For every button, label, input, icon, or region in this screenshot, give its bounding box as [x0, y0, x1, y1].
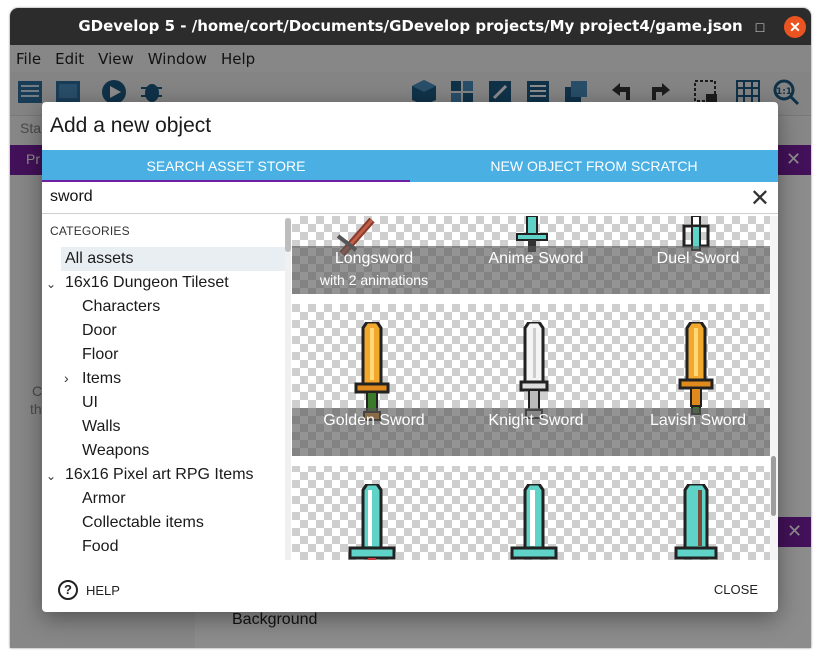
add-object-dialog: Add a new object SEARCH ASSET STORE NEW … — [42, 102, 778, 612]
category-door[interactable]: Door — [82, 319, 117, 343]
asset-name[interactable]: Duel Sword — [618, 250, 770, 268]
close-button[interactable]: CLOSE — [714, 582, 758, 597]
chevron-down-icon[interactable]: ⌄ — [46, 469, 56, 483]
search-bar: sword ✕ — [42, 182, 778, 214]
chevron-right-icon[interactable]: › — [64, 370, 69, 386]
categories-header: CATEGORIES — [50, 224, 130, 238]
category-weapons[interactable]: Weapons — [82, 439, 149, 463]
category-ui[interactable]: UI — [82, 391, 98, 415]
scrollbar-thumb[interactable] — [285, 218, 291, 252]
asset-grid-scrollbar[interactable] — [770, 216, 778, 560]
categories-panel: CATEGORIES All assets ⌄ 16x16 Dungeon Ti… — [42, 218, 288, 560]
close-window-button[interactable]: ✕ — [784, 16, 806, 38]
tab-search-asset-store[interactable]: SEARCH ASSET STORE — [42, 150, 410, 182]
categories-scrollbar[interactable] — [285, 218, 291, 560]
help-circle-icon: ? — [58, 580, 78, 600]
dialog-title: Add a new object — [50, 114, 212, 137]
scrollbar-thumb[interactable] — [771, 456, 776, 516]
maximize-button[interactable]: □ — [749, 16, 771, 38]
asset-name[interactable]: Knight Sword — [456, 412, 616, 430]
category-floor[interactable]: Floor — [82, 343, 118, 367]
category-characters[interactable]: Characters — [82, 295, 160, 319]
row-divider — [292, 294, 770, 304]
category-pixel-art-rpg-items[interactable]: 16x16 Pixel art RPG Items — [65, 463, 254, 487]
category-collectable-items[interactable]: Collectable items — [82, 511, 204, 535]
search-input[interactable]: sword — [50, 188, 93, 206]
asset-name[interactable]: Lavish Sword — [618, 412, 770, 430]
category-dungeon-tileset[interactable]: 16x16 Dungeon Tileset — [65, 271, 229, 295]
category-armor[interactable]: Armor — [82, 487, 126, 511]
title-bar: GDevelop 5 - /home/cort/Documents/GDevel… — [10, 8, 811, 45]
asset-name[interactable]: Longsword — [294, 250, 454, 268]
category-food[interactable]: Food — [82, 535, 118, 559]
minimize-button[interactable]: – — [713, 16, 735, 38]
teal-sword-sprite — [348, 484, 396, 560]
window-title: GDevelop 5 - /home/cort/Documents/GDevel… — [78, 17, 743, 35]
asset-name[interactable]: Anime Sword — [456, 250, 616, 268]
teal-sword-sprite — [510, 484, 558, 560]
dialog-footer: ? HELP CLOSE — [42, 570, 778, 612]
teal-sword-sprite — [674, 484, 718, 560]
asset-subtitle: with 2 animations — [319, 272, 429, 288]
chevron-down-icon[interactable]: ⌄ — [46, 277, 56, 291]
asset-name[interactable]: Golden Sword — [294, 412, 454, 430]
help-button[interactable]: ? HELP — [58, 580, 120, 600]
tab-new-object-from-scratch[interactable]: NEW OBJECT FROM SCRATCH — [410, 150, 778, 182]
asset-grid: Longsword with 2 animations Anime Sword … — [292, 216, 770, 560]
row-divider — [292, 456, 770, 466]
help-label: HELP — [86, 582, 120, 598]
dialog-tabs: SEARCH ASSET STORE NEW OBJECT FROM SCRAT… — [42, 150, 778, 182]
category-all-assets[interactable]: All assets — [61, 247, 285, 271]
category-walls[interactable]: Walls — [82, 415, 121, 439]
category-items[interactable]: Items — [82, 367, 121, 391]
clear-search-icon[interactable]: ✕ — [750, 184, 770, 213]
